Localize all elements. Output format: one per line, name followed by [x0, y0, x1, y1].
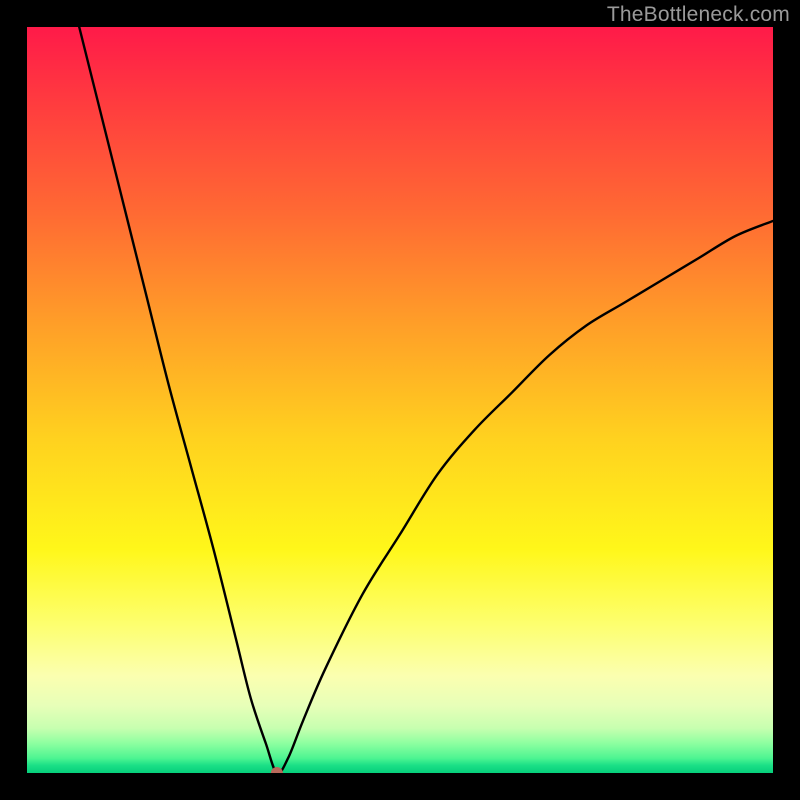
plot-area — [27, 27, 773, 773]
watermark-label: TheBottleneck.com — [607, 3, 790, 27]
chart-frame: TheBottleneck.com — [0, 0, 800, 800]
bottleneck-curve — [27, 27, 773, 773]
